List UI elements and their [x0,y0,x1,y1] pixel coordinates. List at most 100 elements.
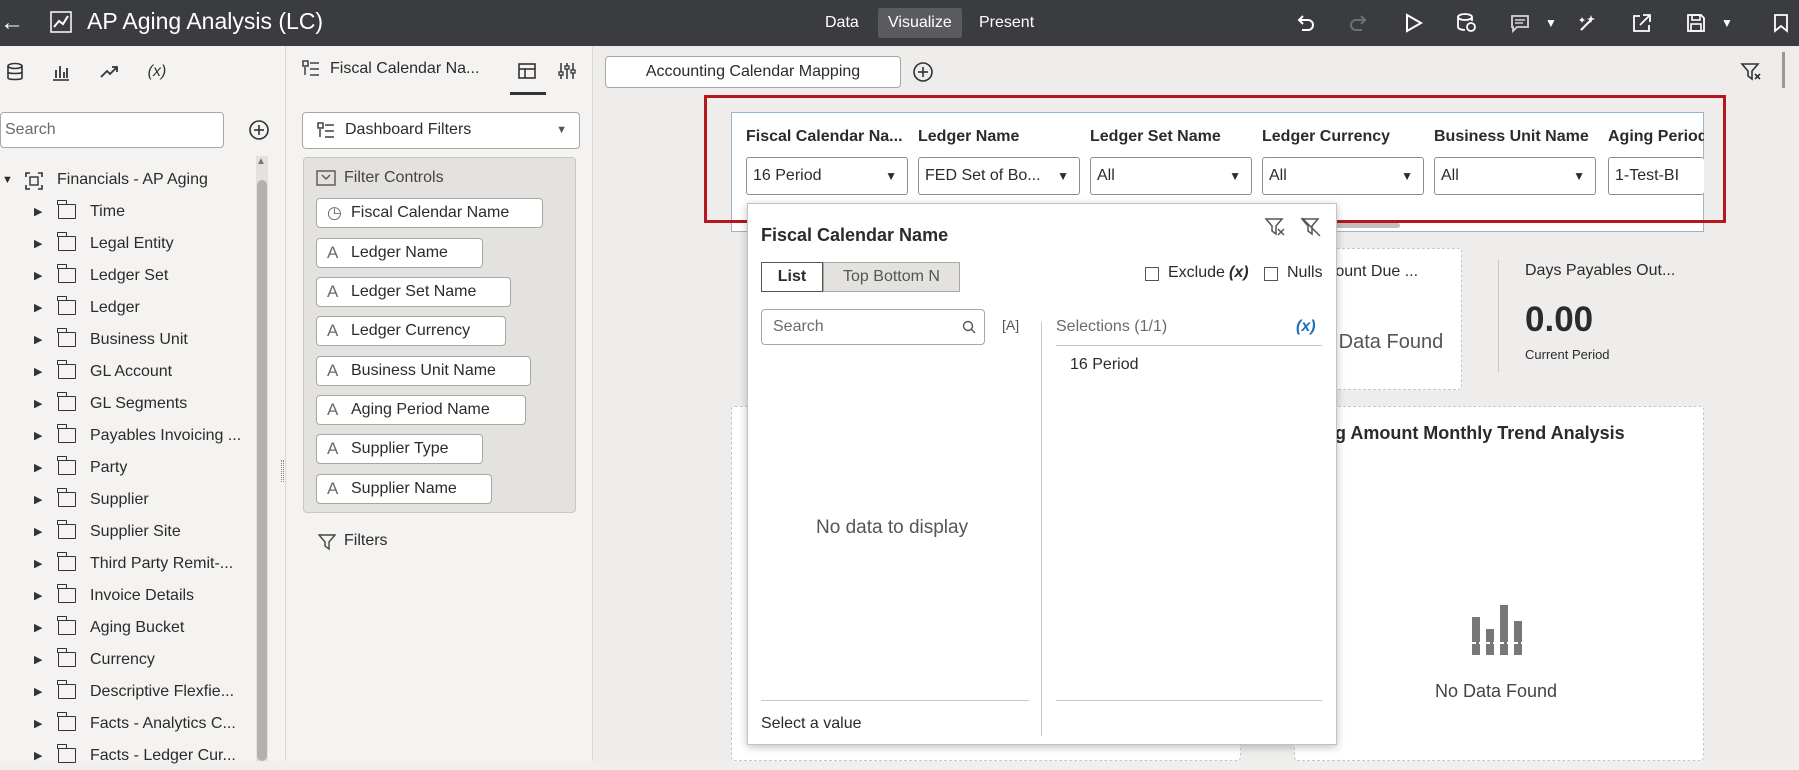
comment-icon[interactable] [1507,10,1533,36]
layout-icon[interactable] [516,60,540,84]
no-data-chart-icon [1472,605,1524,655]
selected-value[interactable]: 16 Period [1070,356,1139,374]
expand-arrow-icon[interactable]: ▶ [34,390,42,418]
expand-arrow-icon[interactable]: ▶ [34,582,42,610]
filter-control-chip[interactable]: A Ledger Set Name [316,277,511,307]
dashboard-filters-label: Dashboard Filters [345,121,472,138]
tree-item[interactable]: ▶ Supplier Site [0,518,250,546]
expand-arrow-icon[interactable]: ▶ [34,262,42,290]
exclude-expression-icon[interactable]: (x) [1229,264,1249,282]
tree-item[interactable]: ▶ GL Account [0,358,250,386]
tree-item[interactable]: ▶ Invoice Details [0,582,250,610]
canvas-tab[interactable]: Accounting Calendar Mapping [605,56,901,88]
calculations-tab-icon[interactable]: (x) [143,58,171,86]
nulls-checkbox[interactable] [1264,267,1278,281]
tree-item[interactable]: ▶ Payables Invoicing ... [0,422,250,450]
top-bottom-n-tab[interactable]: Top Bottom N [823,262,960,292]
case-sensitive-icon[interactable]: [A] [1002,317,1019,333]
filter-control-chip[interactable]: A Aging Period Name [316,395,526,425]
analytics-tab-icon[interactable] [95,58,123,86]
mode-present[interactable]: Present [969,8,1044,38]
play-icon[interactable] [1400,10,1426,36]
clear-filter-icon[interactable] [1300,216,1322,238]
tree-item[interactable]: ▶ Business Unit [0,326,250,354]
data-tab-icon[interactable] [1,58,29,86]
tree-item[interactable]: ▶ Descriptive Flexfie... [0,678,250,706]
save-dropdown-icon[interactable]: ▼ [1714,10,1740,36]
folder-icon [57,584,76,603]
expand-arrow-icon[interactable]: ▶ [34,230,42,258]
filter-settings-icon[interactable] [1740,61,1762,83]
expand-arrow-icon[interactable]: ▶ [34,646,42,674]
clear-selections-icon[interactable] [1264,216,1286,238]
save-icon[interactable] [1683,10,1709,36]
tree-item[interactable]: ▶ Ledger [0,294,250,322]
expand-arrow-icon[interactable]: ▶ [34,550,42,578]
tree-item[interactable]: ▶ Currency [0,646,250,674]
undo-icon[interactable] [1292,10,1318,36]
kpi-card-dpo[interactable]: Days Payables Out... 0.00 Current Period [1488,248,1702,390]
chip-label: Aging Period Name [351,401,490,418]
expand-arrow-icon[interactable]: ▶ [34,294,42,322]
filter-control-chip[interactable]: A Ledger Currency [316,316,506,346]
auto-insights-icon[interactable] [1575,10,1601,36]
tree-item[interactable]: ▶ Legal Entity [0,230,250,258]
tree-item[interactable]: ▶ Aging Bucket [0,614,250,642]
expand-arrow-icon[interactable]: ▶ [34,486,42,514]
tree-item[interactable]: ▶ Third Party Remit-... [0,550,250,578]
export-icon[interactable] [1629,10,1655,36]
folder-icon [57,712,76,731]
add-data-icon[interactable] [248,119,270,141]
panel-resize-handle[interactable] [281,460,284,482]
tree-item[interactable]: ▶ Supplier [0,486,250,514]
popup-search-input[interactable]: Search [761,309,985,345]
dashboard-filters-dropdown[interactable]: Dashboard Filters ▼ [302,112,580,149]
expand-arrow-icon[interactable]: ▶ [34,422,42,450]
expand-arrow-icon[interactable]: ▶ [34,710,42,738]
properties-icon[interactable] [556,60,580,84]
filters-section-label[interactable]: Filters [344,532,388,550]
tree-item-label: Currency [90,651,155,668]
mode-visualize[interactable]: Visualize [878,8,962,38]
expand-arrow-icon[interactable]: ▶ [34,518,42,546]
bookmark-icon[interactable] [1768,10,1794,36]
tree-item[interactable]: ▶ Facts - Analytics C... [0,710,250,738]
list-tab[interactable]: List [761,262,823,292]
tree-item[interactable]: ▶ Time [0,198,250,226]
filter-control-chip[interactable]: ◷ Fiscal Calendar Name [316,198,543,228]
comment-dropdown-icon[interactable]: ▼ [1538,10,1564,36]
back-arrow-icon[interactable]: ← [0,9,24,37]
expand-icon[interactable]: ▼ [2,166,13,194]
filter-control-chip[interactable]: A Business Unit Name [316,356,531,386]
tree-item[interactable]: ▶ Party [0,454,250,482]
divider [761,700,1029,701]
expand-arrow-icon[interactable]: ▶ [34,742,42,770]
panel-scroll-thumb[interactable] [257,180,267,761]
tree-item[interactable]: ▶ Facts - Ledger Cur... [0,742,250,770]
redo-icon[interactable] [1346,10,1372,36]
tree-item[interactable]: ▶ Ledger Set [0,262,250,290]
popup-title: Fiscal Calendar Name [761,225,949,245]
refresh-data-icon[interactable] [1453,10,1479,36]
tree-item[interactable]: ▶ GL Segments [0,390,250,418]
exclude-checkbox[interactable] [1145,267,1159,281]
mode-data[interactable]: Data [815,8,869,38]
selections-expression-icon[interactable]: (x) [1296,318,1316,336]
filter-control-chip[interactable]: A Supplier Name [316,474,492,504]
expand-arrow-icon[interactable]: ▶ [34,326,42,354]
canvas-scroll-handle[interactable] [1782,52,1785,88]
expand-arrow-icon[interactable]: ▶ [34,198,42,226]
data-search-input[interactable]: Search [0,112,224,148]
tree-root-item[interactable]: ▼ Financials - AP Aging [0,166,250,194]
scroll-up-icon[interactable]: ▲ [256,156,266,167]
folder-icon [57,328,76,347]
expand-arrow-icon[interactable]: ▶ [34,614,42,642]
expand-arrow-icon[interactable]: ▶ [34,454,42,482]
visualizations-tab-icon[interactable] [47,58,75,86]
add-canvas-icon[interactable] [912,61,934,83]
filter-control-chip[interactable]: A Ledger Name [316,238,483,268]
expand-arrow-icon[interactable]: ▶ [34,358,42,386]
filter-control-chip[interactable]: A Supplier Type [316,434,483,464]
expand-arrow-icon[interactable]: ▶ [34,678,42,706]
trend-chart-card[interactable]: ing Amount Monthly Trend Analysis No Dat… [1294,406,1704,761]
